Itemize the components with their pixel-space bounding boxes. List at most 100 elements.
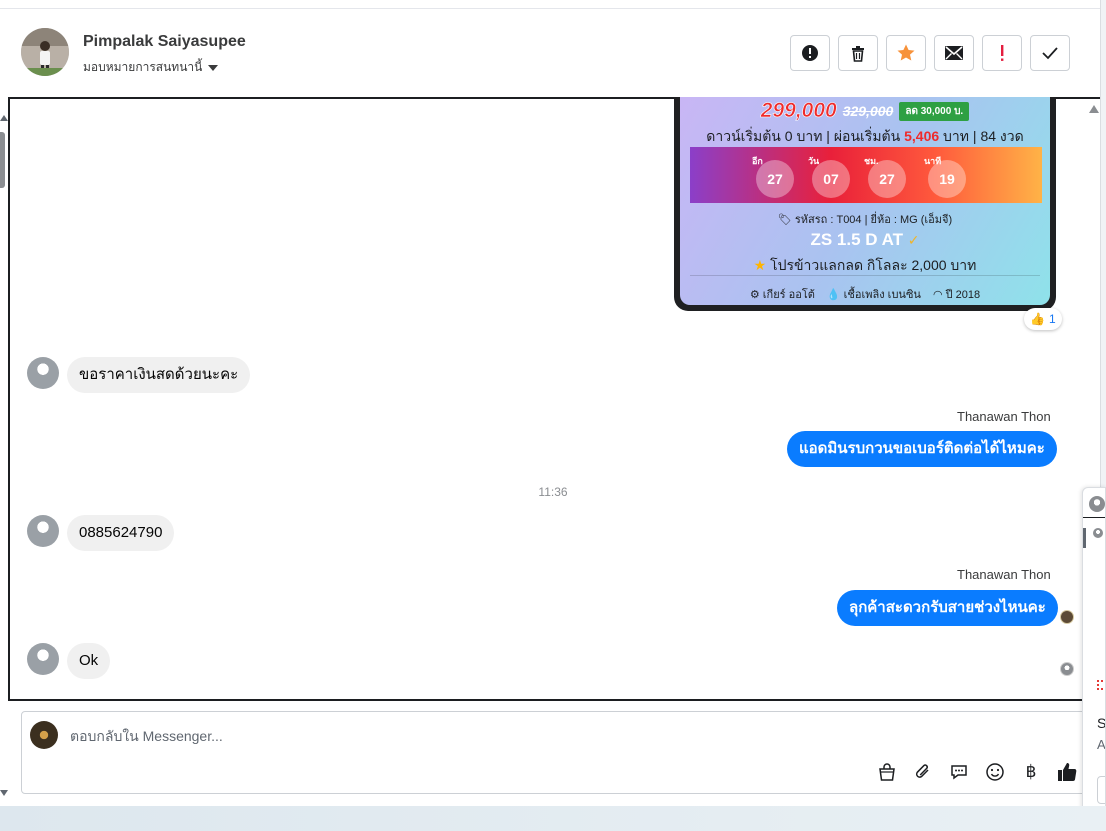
- finance-suffix: บาท | 84 งวด: [943, 128, 1024, 144]
- car-listing-image: 299,000 329,000 ลด 30,000 บ. ดาวน์เริ่มต…: [680, 97, 1050, 305]
- message-timestamp: 11:36: [538, 485, 568, 499]
- saved-replies-icon: [951, 765, 967, 780]
- finance-prefix: ดาวน์เริ่มต้น 0 บาท | ผ่อนเริ่มต้น: [706, 128, 901, 144]
- shopping-bag-icon: [879, 763, 895, 781]
- emoji-icon: [986, 763, 1004, 781]
- contact-name[interactable]: Pimpalak Saiyasupee: [83, 33, 246, 51]
- verified-icon: ✓: [907, 232, 920, 248]
- price-new: 299,000: [760, 99, 837, 123]
- countdown-value: 19: [928, 160, 966, 198]
- side-panel-subtitle: A: [1097, 737, 1106, 752]
- countdown-hours: ชม. 27: [864, 147, 906, 203]
- scroll-up-arrow[interactable]: [0, 115, 8, 121]
- sender-name: Thanawan Thon: [957, 409, 1051, 424]
- follow-up-button[interactable]: [982, 35, 1022, 71]
- spec-gear: เกียร์ ออโต้: [762, 289, 815, 301]
- shop-button[interactable]: [875, 760, 899, 784]
- gear-icon-spec: ⚙ เกียร์ ออโต้: [749, 289, 815, 301]
- car-model: ZS 1.5 D AT ✓: [680, 230, 1050, 250]
- sender-name: Thanawan Thon: [957, 567, 1051, 582]
- envelope-icon: [945, 46, 963, 60]
- side-panel-button[interactable]: [1097, 776, 1105, 804]
- countdown-value: 07: [812, 160, 850, 198]
- thumbs-up-emoji: 👍: [1030, 312, 1045, 326]
- car-code: 🏷 รหัสรถ : T004 | ยี่ห้อ : MG (เอ็มจี): [680, 210, 1050, 228]
- side-panel-title: S: [1097, 715, 1106, 731]
- star-icon: [897, 44, 915, 61]
- specs-row: ⚙ เกียร์ ออโต้ 💧 เชื้อเพลิง เบนซิน ◠ ปี …: [680, 285, 1050, 303]
- baht-icon: ฿: [1025, 762, 1037, 781]
- delete-button[interactable]: [838, 35, 878, 71]
- incoming-message[interactable]: Ok: [67, 643, 111, 679]
- finance-line: ดาวน์เริ่มต้น 0 บาท | ผ่อนเริ่มต้น 5,406…: [680, 126, 1050, 148]
- trash-icon: [852, 46, 864, 62]
- year-spec: ◠ ปี 2018: [932, 289, 981, 301]
- dotted-square-icon: [1097, 680, 1105, 690]
- customer-avatar[interactable]: [27, 357, 59, 389]
- check-icon: [1042, 47, 1058, 60]
- star-button[interactable]: [886, 35, 926, 71]
- finance-amount: 5,406: [904, 128, 940, 144]
- price-row: 299,000 329,000 ลด 30,000 บ.: [680, 99, 1050, 123]
- shared-image-card[interactable]: 299,000 329,000 ลด 30,000 บ. ดาวน์เริ่มต…: [674, 97, 1056, 311]
- promo-text: โปรข้าวแลกลด กิโลละ 2,000 บาท: [770, 257, 977, 273]
- bottom-bar: [0, 806, 1106, 831]
- car-code-text: รหัสรถ : T004 | ยี่ห้อ : MG (เอ็มจี): [794, 214, 953, 226]
- customer-avatar[interactable]: [27, 643, 59, 675]
- reaction-badge[interactable]: 👍 1: [1024, 308, 1062, 330]
- assign-label: มอบหมายการสนทนานี้: [83, 60, 203, 74]
- seen-indicator-avatar: [1060, 610, 1074, 624]
- conversation-header: Pimpalak Saiyasupee มอบหมายการสนทนานี้: [0, 10, 1100, 96]
- price-old: 329,000: [842, 103, 894, 119]
- chat-scroll-up-arrow[interactable]: [1089, 105, 1099, 113]
- scrollbar-thumb[interactable]: [0, 132, 5, 188]
- spec-year: ปี 2018: [945, 289, 981, 301]
- mark-unread-button[interactable]: [934, 35, 974, 71]
- spec-fuel: เชื้อเพลิง เบนซิน: [843, 289, 921, 301]
- read-receipt-avatar: [1060, 662, 1074, 676]
- incoming-message[interactable]: ขอราคาเงินสดด้วยนะคะ: [67, 357, 251, 393]
- page-avatar: [30, 721, 58, 749]
- payment-button[interactable]: ฿: [1019, 760, 1043, 784]
- star-icon: ★: [753, 257, 767, 273]
- contact-avatar[interactable]: [21, 28, 69, 76]
- done-button[interactable]: [1030, 35, 1070, 71]
- spam-button[interactable]: [790, 35, 830, 71]
- countdown-day-part: วัน 07: [808, 147, 850, 203]
- reply-input[interactable]: [70, 726, 970, 746]
- fuel-spec: 💧 เชื้อเพลิง เบนซิน: [826, 289, 921, 301]
- scroll-down-arrow[interactable]: [0, 790, 8, 796]
- tag-icon: 🏷: [777, 214, 792, 226]
- like-button[interactable]: [1055, 760, 1079, 784]
- divider: [690, 275, 1040, 276]
- paperclip-icon: [915, 764, 929, 778]
- countdown-days: อีก 27: [752, 147, 794, 203]
- countdown-banner: อีก 27 วัน 07 ชม. 27 นาที 19: [690, 147, 1042, 203]
- side-panel-avatar: [1089, 496, 1105, 512]
- discount-badge: ลด 30,000 บ.: [899, 101, 970, 121]
- attach-button[interactable]: [911, 760, 935, 784]
- exclamation-icon: [1001, 45, 1004, 61]
- incoming-message[interactable]: 0885624790: [67, 515, 175, 551]
- saved-replies-button[interactable]: [947, 760, 971, 784]
- outgoing-message[interactable]: แอดมินรบกวนขอเบอร์ติดต่อได้ไหมคะ: [787, 431, 1057, 467]
- side-panel[interactable]: S A: [1082, 487, 1106, 819]
- side-panel-scrollbar[interactable]: [1083, 528, 1086, 548]
- top-strip: [0, 0, 1106, 9]
- countdown-value: 27: [868, 160, 906, 198]
- emoji-button[interactable]: [983, 760, 1007, 784]
- side-panel-avatar-small: [1093, 528, 1103, 538]
- assign-dropdown[interactable]: มอบหมายการสนทนานี้: [83, 58, 219, 77]
- outgoing-message[interactable]: ลุกค้าสะดวกรับสายช่วงไหนคะ: [837, 590, 1058, 626]
- countdown-minutes: นาที 19: [924, 147, 966, 203]
- thumbs-up-icon: [1058, 763, 1077, 781]
- reply-composer: ฿: [21, 711, 1091, 794]
- caret-down-icon: [208, 64, 219, 71]
- reaction-count: 1: [1048, 312, 1056, 326]
- promo-line: ★ โปรข้าวแลกลด กิโลละ 2,000 บาท: [680, 255, 1050, 277]
- customer-avatar[interactable]: [27, 515, 59, 547]
- countdown-value: 27: [756, 160, 794, 198]
- side-panel-divider: [1083, 517, 1105, 518]
- car-model-text: ZS 1.5 D AT: [810, 230, 904, 249]
- alert-circle-icon: [802, 45, 818, 61]
